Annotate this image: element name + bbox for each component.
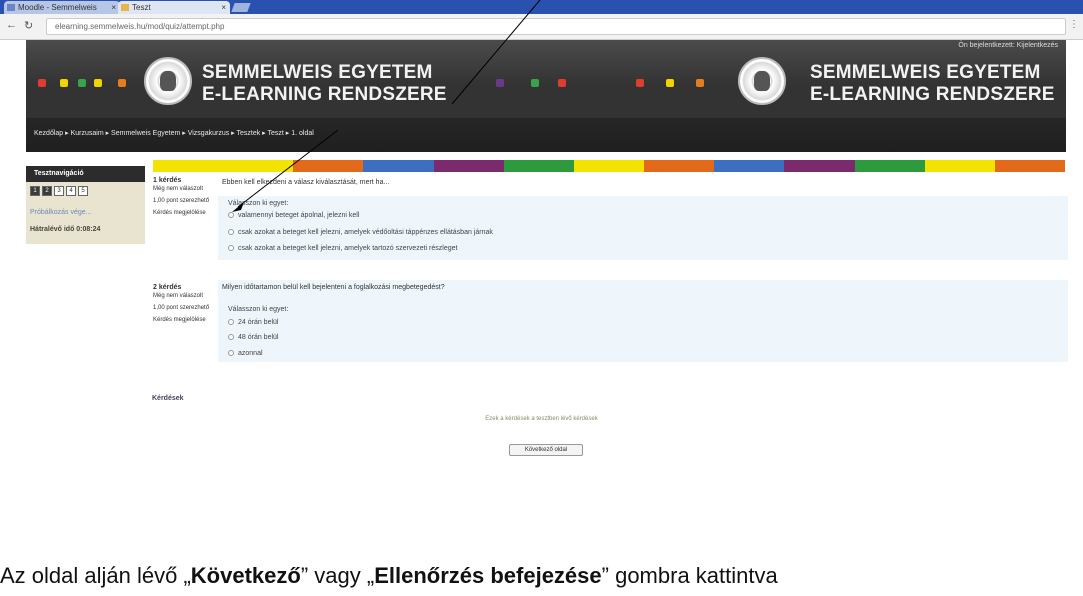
color-strip-segment bbox=[153, 160, 224, 172]
new-tab-button[interactable] bbox=[231, 3, 251, 12]
question-nav-button[interactable]: 4 bbox=[66, 186, 76, 196]
question-info: 2 kérdés Még nem válaszolt 1,00 pont sze… bbox=[153, 284, 215, 324]
radio-button[interactable] bbox=[228, 319, 234, 325]
tab-title: Teszt bbox=[132, 3, 151, 12]
answer-prompt: Válasszon ki egyet: bbox=[228, 200, 289, 207]
answer-prompt: Válasszon ki egyet: bbox=[228, 306, 289, 313]
color-strip-segment bbox=[784, 160, 855, 172]
quiz-timer: Hátralévő idő 0:08:24 bbox=[30, 226, 101, 233]
answer-option[interactable]: csak azokat a beteget kell jelezni, amel… bbox=[228, 229, 493, 236]
color-strip-segment bbox=[503, 160, 574, 172]
site-title-left: SEMMELWEIS EGYETEM E-LEARNING RENDSZERE bbox=[202, 62, 447, 105]
color-strip-segment bbox=[644, 160, 715, 172]
answer-option[interactable]: 48 órán belül bbox=[228, 334, 278, 341]
flag-question-link[interactable]: Kérdés megjelölése bbox=[153, 209, 215, 217]
address-bar-area: ← ↻ elearning.semmelweis.hu/mod/quiz/att… bbox=[0, 14, 1083, 40]
back-icon[interactable]: ← bbox=[6, 19, 17, 31]
question-nav-button[interactable]: 2 bbox=[42, 186, 52, 196]
color-strip-segment bbox=[363, 160, 434, 172]
close-tab-icon[interactable]: × bbox=[111, 1, 116, 14]
browser-menu-icon[interactable]: ⋮ bbox=[1069, 19, 1079, 30]
question-nav-button[interactable]: 1 bbox=[30, 186, 40, 196]
flag-question-link[interactable]: Kérdés megjelölése bbox=[153, 316, 215, 324]
university-seal-icon bbox=[144, 57, 192, 105]
radio-button[interactable] bbox=[228, 350, 234, 356]
reload-icon[interactable]: ↻ bbox=[24, 19, 33, 32]
browser-tab-active[interactable]: Teszt × bbox=[118, 1, 230, 14]
radio-button[interactable] bbox=[228, 229, 234, 235]
radio-button[interactable] bbox=[228, 245, 234, 251]
tab-title: Moodle - Semmelweis bbox=[18, 3, 97, 12]
question-nav-button[interactable]: 3 bbox=[54, 186, 64, 196]
answer-option[interactable]: azonnal bbox=[228, 350, 263, 357]
color-strip-segment bbox=[223, 160, 294, 172]
breadcrumb[interactable]: Kezdőlap ▸ Kurzusaim ▸ Semmelweis Egyete… bbox=[34, 129, 314, 137]
question-nav-button[interactable]: 5 bbox=[78, 186, 88, 196]
question-text: Ebben kell elkezdeni a válasz kiválasztá… bbox=[222, 179, 390, 186]
answer-option[interactable]: 24 órán belül bbox=[228, 319, 278, 326]
answer-panel bbox=[218, 280, 1068, 362]
answer-option[interactable]: valamennyi beteget ápolnal, jelezni kell bbox=[228, 212, 359, 219]
color-strip-segment bbox=[854, 160, 925, 172]
question-text: Milyen időtartamon belül kell bejelenten… bbox=[222, 284, 445, 291]
color-strip-segment bbox=[714, 160, 785, 172]
browser-tab[interactable]: Moodle - Semmelweis × bbox=[4, 1, 120, 14]
color-strip-segment bbox=[573, 160, 645, 172]
radio-button[interactable] bbox=[228, 212, 234, 218]
site-title-right: SEMMELWEIS EGYETEM E-LEARNING RENDSZERE bbox=[810, 62, 1055, 105]
favicon-icon bbox=[121, 4, 129, 11]
section-label: Kérdések bbox=[152, 395, 184, 402]
color-strip bbox=[153, 160, 1066, 172]
color-strip-segment bbox=[924, 160, 995, 172]
finish-attempt-link[interactable]: Próbálkozás vége... bbox=[30, 209, 91, 216]
color-strip-segment bbox=[994, 160, 1066, 172]
favicon-icon bbox=[7, 4, 15, 11]
url-field[interactable]: elearning.semmelweis.hu/mod/quiz/attempt… bbox=[46, 18, 1066, 35]
question-info: 1 kérdés Még nem válaszolt 1,00 pont sze… bbox=[153, 177, 215, 217]
quiz-navigation-title: Tesztnavigáció bbox=[26, 166, 145, 182]
university-seal-icon bbox=[738, 57, 786, 105]
next-page-button[interactable]: Következő oldal bbox=[509, 444, 583, 456]
color-strip-segment bbox=[433, 160, 504, 172]
radio-button[interactable] bbox=[228, 334, 234, 340]
site-header: SEMMELWEIS EGYETEM E-LEARNING RENDSZERE … bbox=[26, 40, 1066, 152]
browser-tab-bar: Moodle - Semmelweis × Teszt × bbox=[0, 0, 1083, 14]
login-info[interactable]: Ön bejelentkezett: Kijelentkezés bbox=[958, 42, 1058, 49]
answer-option[interactable]: csak azokat a beteget kell jelezni, amel… bbox=[228, 245, 457, 252]
color-strip-segment bbox=[293, 160, 364, 172]
footer-note[interactable]: Ezek a kérdések a tesztben lévő kérdések bbox=[0, 416, 1083, 422]
caption-text: Az oldal alján lévő „Következő” vagy „El… bbox=[0, 563, 778, 588]
close-tab-icon[interactable]: × bbox=[221, 1, 226, 14]
